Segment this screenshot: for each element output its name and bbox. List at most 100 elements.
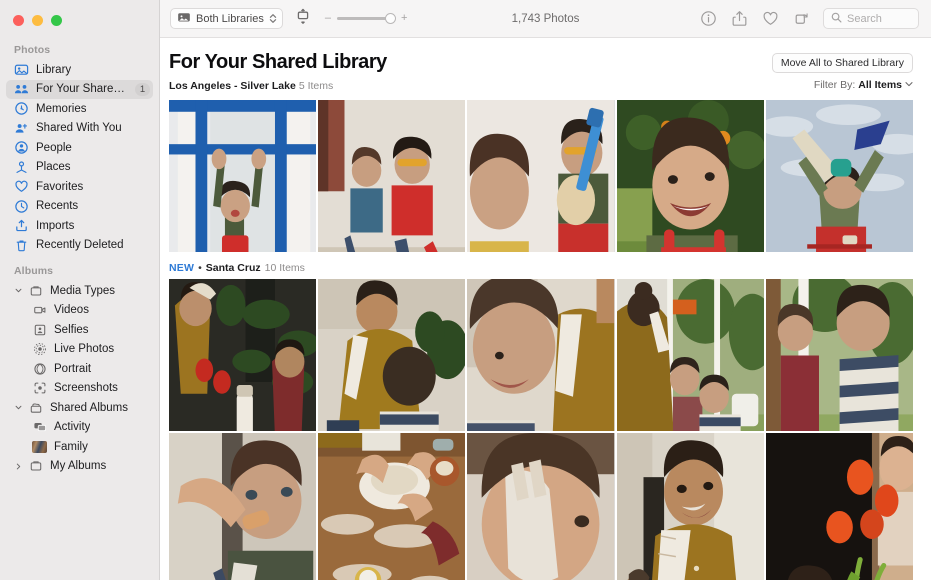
minimize-button[interactable]	[32, 15, 43, 26]
sidebar-item-recents[interactable]: Recents	[6, 197, 153, 217]
photo-thumbnail[interactable]	[765, 100, 914, 252]
sidebar-item-label: My Albums	[50, 460, 107, 473]
zoom-button[interactable]	[51, 15, 62, 26]
section-separator-dot: •	[198, 262, 202, 274]
photo-smiling-child-overalls	[616, 100, 764, 252]
photo-woman-kneading-dough-plants	[169, 279, 317, 431]
chevron-updown-icon[interactable]	[269, 13, 277, 24]
photo-thumbnail[interactable]	[169, 100, 317, 252]
sidebar-item-recently-deleted[interactable]: Recently Deleted	[6, 236, 153, 256]
photo-thumbnail[interactable]	[169, 279, 317, 431]
photo-thumbnail[interactable]	[616, 433, 764, 580]
sidebar-item-places[interactable]: Places	[6, 158, 153, 178]
sidebar-item-family[interactable]: Family	[6, 437, 153, 457]
search-field[interactable]: Search	[823, 8, 919, 29]
zoom-in-label[interactable]: +	[401, 13, 407, 24]
sidebar-item-label: Videos	[54, 304, 89, 317]
sidebar-item-label: Imports	[36, 219, 75, 232]
sidebar-item-label: Favorites	[36, 180, 84, 193]
sidebar-item-label: Family	[54, 440, 88, 453]
sidebar-item-selfies[interactable]: Selfies	[6, 320, 153, 340]
chevron-right-icon[interactable]	[14, 462, 23, 471]
content-header: For Your Shared Library Los Angeles - Si…	[160, 38, 922, 92]
sidebar-item-imports[interactable]: Imports	[6, 216, 153, 236]
section-place-label: Los Angeles - Silver Lake	[169, 80, 296, 92]
photo-child-tulips-and-baby	[765, 433, 913, 580]
photos-app-window: Photos Library For Your Shared Library 1…	[0, 0, 931, 580]
sidebar-item-live-photos[interactable]: Live Photos	[6, 340, 153, 360]
close-button[interactable]	[13, 15, 24, 26]
shared-with-you-icon	[14, 121, 29, 136]
folder-icon	[28, 283, 43, 298]
favorite-button[interactable]	[761, 10, 779, 28]
library-stack-icon	[177, 10, 191, 28]
zoom-slider-control[interactable]: – +	[325, 13, 407, 25]
zoom-out-label[interactable]: –	[325, 13, 331, 24]
library-selector[interactable]: Both Libraries	[170, 8, 283, 29]
filter-by-label: Filter By:	[813, 79, 856, 91]
photo-woman-ochre-blouse-baking	[318, 279, 466, 431]
sidebar-item-favorites[interactable]: Favorites	[6, 177, 153, 197]
sidebar-item-portrait[interactable]: Portrait	[6, 359, 153, 379]
photo-thumbnail[interactable]	[169, 433, 317, 580]
sidebar-group-title-albums: Albums	[14, 265, 54, 277]
sidebar-group-title-photos: Photos	[14, 44, 51, 56]
photo-child-being-fed-snack	[169, 433, 317, 580]
heart-icon	[14, 179, 29, 194]
sidebar-item-library[interactable]: Library	[6, 60, 153, 80]
sidebar-item-activity[interactable]: Activity	[6, 418, 153, 438]
screenshot-icon	[32, 381, 47, 396]
chevron-down-icon[interactable]	[905, 79, 913, 91]
places-pin-icon	[14, 160, 29, 175]
share-button[interactable]	[730, 10, 748, 28]
sidebar-item-screenshots[interactable]: Screenshots	[6, 379, 153, 399]
move-all-to-shared-library-button[interactable]: Move All to Shared Library	[771, 53, 913, 73]
slider-knob[interactable]	[385, 13, 396, 24]
photo-thumbnail[interactable]	[765, 279, 914, 431]
photo-child-party-horn-sky	[765, 100, 913, 252]
sidebar-item-my-albums[interactable]: My Albums	[6, 457, 153, 477]
sidebar-item-shared-albums[interactable]: Shared Albums	[6, 398, 153, 418]
sidebar-item-label: Activity	[54, 421, 91, 434]
sidebar-item-videos[interactable]: Videos	[6, 301, 153, 321]
section-place-label: Santa Cruz	[205, 262, 261, 274]
memories-icon	[14, 101, 29, 116]
photo-child-guitar	[467, 100, 615, 252]
rotate-button[interactable]	[792, 10, 810, 28]
toolbar: Both Libraries – + 1,743 Photos Search	[160, 0, 931, 38]
zoom-slider[interactable]	[337, 13, 396, 25]
sidebar-item-for-your-shared-library[interactable]: For Your Shared Library 1	[6, 79, 153, 99]
sidebar-item-people[interactable]: People	[6, 138, 153, 158]
photo-thumbnail[interactable]	[765, 433, 914, 580]
sidebar-item-label: Screenshots	[54, 382, 118, 395]
photo-thumbnail[interactable]	[318, 100, 466, 252]
photo-thumbnail[interactable]	[467, 433, 615, 580]
photo-thumbnail[interactable]	[467, 279, 615, 431]
sidebar-item-shared-with-you[interactable]: Shared With You	[6, 119, 153, 139]
section-count-label: 5 Items	[298, 80, 334, 92]
filter-by-control[interactable]: Filter By: All Items	[814, 79, 913, 91]
photo-thumbnail[interactable]	[616, 100, 764, 252]
chevron-down-icon[interactable]	[14, 286, 23, 295]
sidebar-item-media-types[interactable]: Media Types	[6, 281, 153, 301]
sidebar-item-memories[interactable]: Memories	[6, 99, 153, 119]
info-button[interactable]	[699, 10, 717, 28]
sidebar-item-label: Recently Deleted	[36, 239, 124, 252]
search-input[interactable]: Search	[847, 13, 882, 25]
photo-thumbnail[interactable]	[318, 279, 466, 431]
chevron-down-icon[interactable]	[14, 403, 23, 412]
photo-thumbnail[interactable]	[467, 100, 615, 252]
view-options-button[interactable]	[293, 8, 313, 29]
live-photo-icon	[32, 342, 47, 357]
sidebar-item-label: For Your Shared Library	[36, 83, 128, 96]
activity-bubbles-icon	[32, 420, 47, 435]
filter-by-value: All Items	[858, 79, 902, 91]
photo-hands-kneading-flour-dough	[318, 433, 466, 580]
photo-content-scroll[interactable]: For Your Shared Library Los Angeles - Si…	[160, 38, 931, 580]
window-traffic-lights	[0, 0, 159, 30]
search-icon	[831, 10, 842, 28]
photo-thumbnail[interactable]	[318, 433, 466, 580]
sidebar-item-label: Media Types	[50, 284, 115, 297]
sidebar-scroll-area[interactable]: Photos Library For Your Shared Library 1…	[0, 30, 159, 580]
photo-thumbnail[interactable]	[616, 279, 764, 431]
